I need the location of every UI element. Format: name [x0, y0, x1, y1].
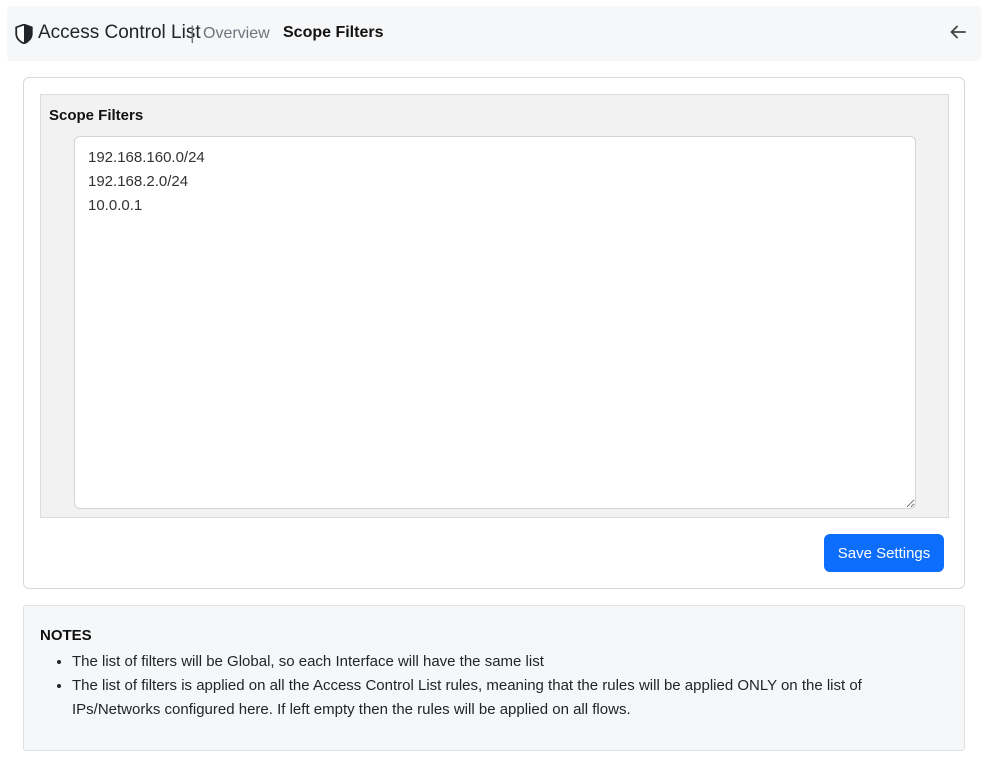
notes-panel: NOTES The list of filters will be Global…	[23, 605, 965, 751]
save-settings-button[interactable]: Save Settings	[824, 534, 944, 572]
notes-title: NOTES	[40, 627, 92, 644]
shield-icon	[15, 24, 33, 44]
app-title: Access Control List	[38, 22, 201, 43]
scope-filters-label: Scope Filters	[49, 107, 144, 124]
scope-filters-form-group: Scope Filters	[40, 94, 949, 518]
arrow-left-icon[interactable]	[949, 22, 967, 42]
scope-filters-card: Scope Filters Save Settings	[23, 77, 965, 589]
breadcrumb-separator: |	[190, 23, 195, 43]
nav-overview-link[interactable]: Overview	[203, 25, 270, 43]
notes-item: The list of filters is applied on all th…	[72, 674, 932, 722]
notes-list: The list of filters will be Global, so e…	[72, 650, 932, 722]
notes-item: The list of filters will be Global, so e…	[72, 650, 932, 674]
nav-scope-filters-active[interactable]: Scope Filters	[283, 24, 383, 42]
scope-filters-textarea[interactable]	[74, 136, 916, 509]
top-navbar: Access Control List | Overview Scope Fil…	[7, 6, 981, 61]
